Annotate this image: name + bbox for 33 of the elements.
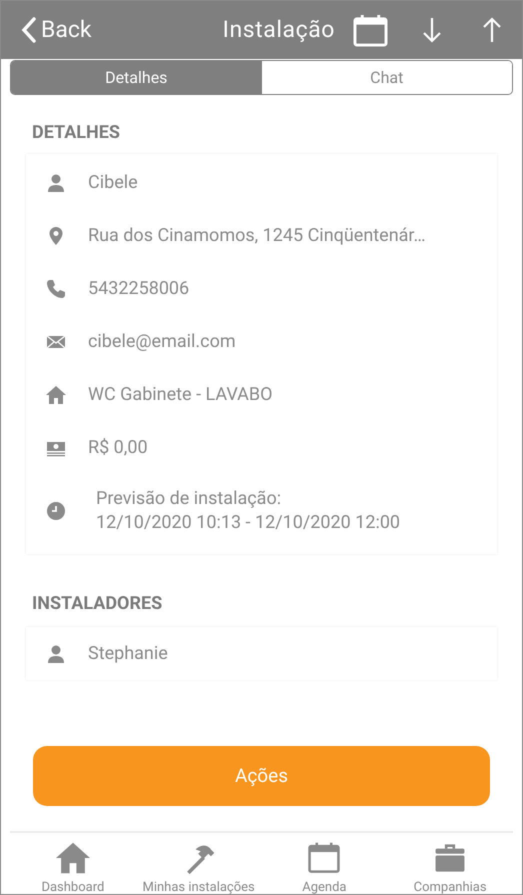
person-icon (46, 644, 66, 664)
detail-text: Cibele (88, 171, 138, 195)
section-heading: INSTALADORES (32, 592, 164, 616)
detail-text: Rua dos Cinamomos, 1245 Cinqüentenár… (88, 224, 426, 248)
page-title: Instalação (222, 14, 335, 45)
detail-text: Stephanie (88, 642, 168, 666)
nav-item[interactable]: Companhias (387, 841, 513, 894)
phone-icon (46, 278, 66, 298)
clock-icon (46, 501, 66, 521)
detail-text: WC Gabinete - LAVABO (88, 383, 272, 407)
detail-text: 12/10/2020 10:13 - 12/10/2020 12:00 (96, 511, 400, 535)
detail-text: Previsão de instalação: (96, 487, 282, 511)
home-icon (46, 384, 66, 404)
tab[interactable]: Detalhes (11, 61, 262, 94)
detail-text: R$ 0,00 (88, 436, 148, 460)
detail-text: cibele@email.com (88, 330, 236, 354)
arrow-up-icon (482, 16, 502, 44)
section-heading: DETALHES (32, 121, 121, 145)
up-arrow-button[interactable] (482, 16, 502, 44)
back-button[interactable]: Back (21, 12, 92, 48)
calendar-button[interactable] (353, 14, 388, 46)
detail-text: 5432258006 (88, 277, 190, 301)
nav-item[interactable]: Minhas instalações (136, 841, 262, 894)
actions-button[interactable]: Ações (33, 746, 490, 806)
calendar-icon (353, 14, 388, 46)
down-arrow-button[interactable] (422, 16, 442, 44)
nav-item[interactable]: Agenda (262, 841, 388, 894)
chevron-left-icon (21, 17, 37, 43)
home-icon (56, 841, 90, 875)
arrow-down-icon (422, 16, 442, 44)
person-icon (46, 172, 66, 192)
nav-item[interactable]: Dashboard (10, 841, 136, 894)
calendar-icon (307, 841, 342, 875)
